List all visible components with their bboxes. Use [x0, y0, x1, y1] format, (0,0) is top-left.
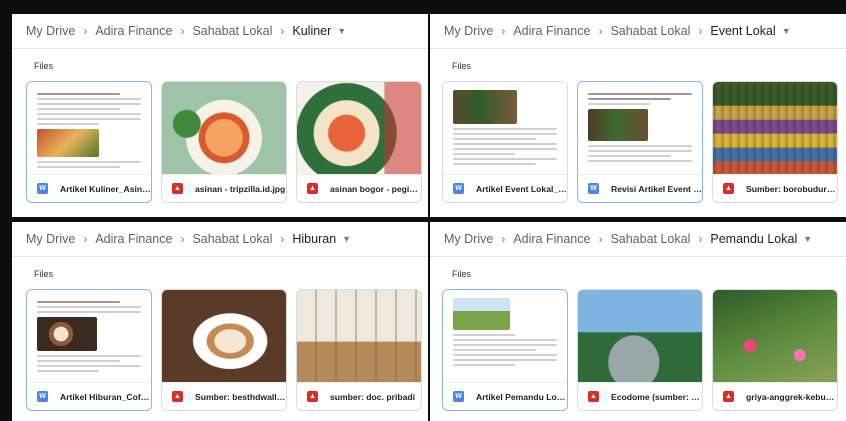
chevron-right-icon: › [180, 24, 185, 38]
breadcrumb-current-folder[interactable]: Hiburan [292, 232, 336, 246]
file-name: asinan bogor - pegipeg... [330, 183, 421, 194]
file-name: Revisi Artikel Event Lo... [611, 183, 702, 194]
chevron-right-icon: › [698, 232, 703, 246]
image-file-icon: ▲ [588, 391, 599, 402]
chevron-right-icon: › [83, 24, 88, 38]
file-card[interactable]: ▲ Sumber: besthdwallpa... [161, 289, 287, 411]
file-grid: W Artikel Hiburan_Coffee ... ▲ Sumber: b… [12, 289, 428, 419]
image-thumbnail [297, 290, 421, 383]
drive-panel-hiburan: My Drive › Adira Finance › Sahabat Lokal… [12, 222, 428, 421]
file-name: Sumber: borobudurne... [746, 183, 837, 194]
breadcrumb-my-drive[interactable]: My Drive [26, 24, 75, 38]
file-card[interactable]: ▲ griya-anggrek-kebun-ra... [712, 289, 838, 411]
chevron-right-icon: › [698, 24, 703, 38]
file-card[interactable]: ▲ Ecodome (sumber: keb... [577, 289, 703, 411]
chevron-right-icon: › [598, 24, 603, 38]
image-thumbnail [578, 290, 702, 383]
doc-thumbnail [443, 82, 567, 175]
breadcrumb-sahabat-lokal[interactable]: Sahabat Lokal [610, 232, 690, 246]
image-file-icon: ▲ [172, 391, 183, 402]
file-card[interactable]: W Artikel Event Lokal_Cu... [442, 81, 568, 203]
file-card[interactable]: ▲ sumber: doc. pribadi [296, 289, 422, 411]
image-file-icon: ▲ [723, 183, 734, 194]
file-grid: W Artikel Kuliner_Asinan ... ▲ asinan - … [12, 81, 428, 211]
breadcrumb-adira-finance[interactable]: Adira Finance [513, 232, 590, 246]
google-docs-icon: W [588, 183, 599, 194]
file-card[interactable]: W Artikel Kuliner_Asinan ... [26, 81, 152, 203]
breadcrumb: My Drive › Adira Finance › Sahabat Lokal… [12, 14, 428, 48]
chevron-right-icon: › [180, 232, 185, 246]
file-grid: W Artikel Pemandu Lokal... ▲ Ecodome (su… [430, 289, 846, 419]
file-name: Ecodome (sumber: keb... [611, 391, 702, 402]
file-name: Artikel Kuliner_Asinan ... [60, 183, 151, 194]
breadcrumb-sahabat-lokal[interactable]: Sahabat Lokal [192, 24, 272, 38]
image-thumbnail [297, 82, 421, 175]
breadcrumb-current-folder[interactable]: Pemandu Lokal [710, 232, 797, 246]
google-docs-icon: W [37, 391, 48, 402]
breadcrumb: My Drive › Adira Finance › Sahabat Lokal… [430, 14, 846, 48]
image-file-icon: ▲ [307, 391, 318, 402]
image-thumbnail [162, 82, 286, 175]
breadcrumb-my-drive[interactable]: My Drive [444, 24, 493, 38]
section-label-files: Files [34, 61, 54, 71]
breadcrumb-current-folder[interactable]: Kuliner [292, 24, 331, 38]
image-thumbnail [713, 82, 837, 175]
chevron-right-icon: › [501, 24, 506, 38]
doc-thumbnail [578, 82, 702, 175]
file-card[interactable]: W Artikel Pemandu Lokal... [442, 289, 568, 411]
file-card[interactable]: W Artikel Hiburan_Coffee ... [26, 289, 152, 411]
section-label-files: Files [34, 269, 54, 279]
breadcrumb-adira-finance[interactable]: Adira Finance [95, 24, 172, 38]
chevron-right-icon: › [280, 24, 285, 38]
section-label-files: Files [452, 269, 472, 279]
file-name: asinan - tripzilla.id.jpg [195, 183, 286, 194]
breadcrumb: My Drive › Adira Finance › Sahabat Lokal… [430, 222, 846, 256]
file-card[interactable]: W Revisi Artikel Event Lo... [577, 81, 703, 203]
caret-down-icon[interactable]: ▼ [337, 26, 346, 36]
chevron-right-icon: › [280, 232, 285, 246]
image-thumbnail [713, 290, 837, 383]
caret-down-icon[interactable]: ▼ [782, 26, 791, 36]
drive-panel-kuliner: My Drive › Adira Finance › Sahabat Lokal… [12, 14, 428, 217]
caret-down-icon[interactable]: ▼ [803, 234, 812, 244]
google-docs-icon: W [453, 391, 464, 402]
chevron-right-icon: › [598, 232, 603, 246]
file-name: Artikel Event Lokal_Cu... [476, 183, 567, 194]
doc-thumbnail [27, 290, 151, 383]
breadcrumb-adira-finance[interactable]: Adira Finance [95, 232, 172, 246]
breadcrumb-my-drive[interactable]: My Drive [444, 232, 493, 246]
file-card[interactable]: ▲ asinan - tripzilla.id.jpg [161, 81, 287, 203]
image-file-icon: ▲ [723, 391, 734, 402]
breadcrumb: My Drive › Adira Finance › Sahabat Lokal… [12, 222, 428, 256]
google-docs-icon: W [453, 183, 464, 194]
doc-thumbnail [443, 290, 567, 383]
file-name: Artikel Hiburan_Coffee ... [60, 391, 151, 402]
file-card[interactable]: ▲ Sumber: borobudurne... [712, 81, 838, 203]
breadcrumb-adira-finance[interactable]: Adira Finance [513, 24, 590, 38]
file-name: griya-anggrek-kebun-ra... [746, 391, 837, 402]
image-thumbnail [162, 290, 286, 383]
drive-panel-pemandu-lokal: My Drive › Adira Finance › Sahabat Lokal… [430, 222, 846, 421]
drive-panel-event-lokal: My Drive › Adira Finance › Sahabat Lokal… [430, 14, 846, 217]
image-file-icon: ▲ [172, 183, 183, 194]
file-card[interactable]: ▲ asinan bogor - pegipeg... [296, 81, 422, 203]
chevron-right-icon: › [83, 232, 88, 246]
image-file-icon: ▲ [307, 183, 318, 194]
doc-thumbnail [27, 82, 151, 175]
file-name: sumber: doc. pribadi [330, 391, 415, 402]
breadcrumb-my-drive[interactable]: My Drive [26, 232, 75, 246]
breadcrumb-current-folder[interactable]: Event Lokal [710, 24, 775, 38]
caret-down-icon[interactable]: ▼ [342, 234, 351, 244]
chevron-right-icon: › [501, 232, 506, 246]
breadcrumb-sahabat-lokal[interactable]: Sahabat Lokal [610, 24, 690, 38]
breadcrumb-sahabat-lokal[interactable]: Sahabat Lokal [192, 232, 272, 246]
file-grid: W Artikel Event Lokal_Cu... W Revisi Art… [430, 81, 846, 211]
file-name: Artikel Pemandu Lokal... [476, 391, 567, 402]
google-docs-icon: W [37, 183, 48, 194]
section-label-files: Files [452, 61, 472, 71]
file-name: Sumber: besthdwallpa... [195, 391, 286, 402]
